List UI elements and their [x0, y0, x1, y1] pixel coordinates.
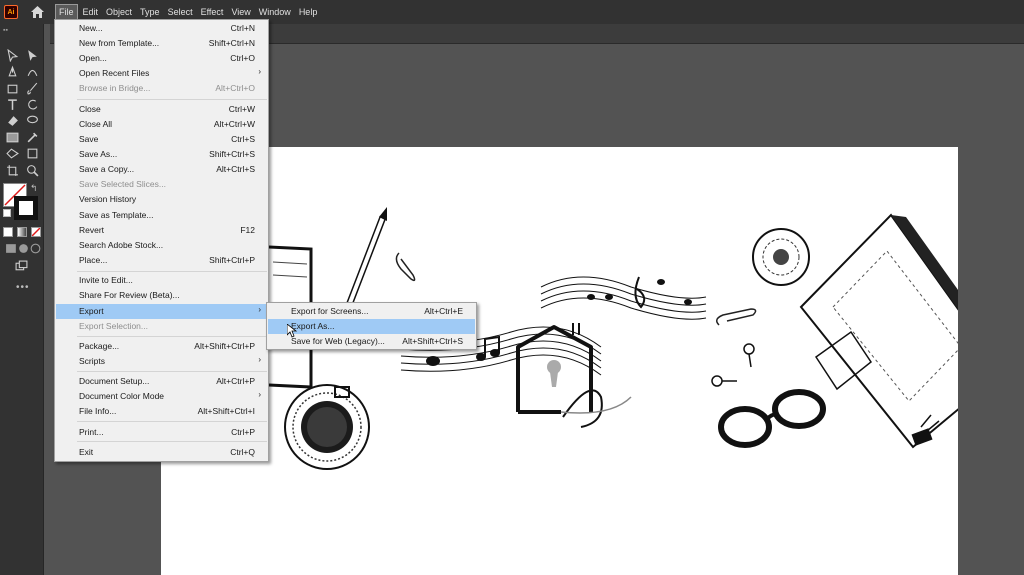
menu-effect[interactable]: Effect [198, 5, 227, 19]
illustration [268, 207, 1013, 470]
succulent-plant-illustration [752, 228, 810, 286]
eyedropper-tool-icon[interactable] [24, 129, 40, 145]
menu-item-version-history[interactable]: Version History [56, 192, 267, 207]
menu-item-exit[interactable]: Exit Ctrl+Q [56, 445, 267, 460]
swap-colors-icon[interactable]: ↰ [30, 183, 38, 194]
rectangle-tool-icon[interactable] [4, 80, 20, 96]
menu-item-export-for-screens[interactable]: Export for Screens... Alt+Ctrl+E [268, 304, 475, 319]
menu-item-save-as-template[interactable]: Save as Template... [56, 208, 267, 223]
earbuds-illustration [711, 343, 755, 387]
menu-item-export-as[interactable]: Export As... [268, 319, 475, 334]
lasso-tool-icon[interactable] [24, 112, 40, 128]
tools-panel: ▪▪ ↰ ••• [0, 24, 44, 575]
rotate-tool-icon[interactable] [24, 96, 40, 112]
menu-item-open-recent[interactable]: Open Recent Files › [56, 66, 267, 81]
menu-item-save-for-web[interactable]: Save for Web (Legacy)... Alt+Shift+Ctrl+S [268, 334, 475, 349]
pen-tool-icon[interactable] [4, 63, 20, 79]
symbol-sprayer-tool-icon[interactable] [24, 145, 40, 161]
binder-clip-illustration [911, 414, 940, 446]
menu-separator [77, 371, 267, 372]
shape-builder-tool-icon[interactable] [4, 145, 20, 161]
eraser-tool-icon[interactable] [4, 112, 20, 128]
menu-help[interactable]: Help [296, 5, 321, 19]
menu-item-close[interactable]: Close Ctrl+W [56, 102, 267, 117]
direct-selection-tool-icon[interactable] [24, 47, 40, 63]
chevron-right-icon: › [258, 67, 261, 76]
menu-item-revert[interactable]: Revert F12 [56, 223, 267, 238]
menu-separator [77, 336, 267, 337]
menu-separator [77, 99, 267, 100]
panel-grip-icon[interactable]: ▪▪ [3, 27, 8, 34]
menu-item-document-setup[interactable]: Document Setup... Alt+Ctrl+P [56, 374, 267, 389]
menu-select[interactable]: Select [165, 5, 196, 19]
artboard-tool-icon[interactable] [4, 162, 20, 178]
house-logo-illustration [516, 325, 632, 428]
menu-view[interactable]: View [228, 5, 253, 19]
menu-type[interactable]: Type [137, 5, 163, 19]
menu-file[interactable]: File [55, 4, 78, 20]
menu-item-print[interactable]: Print... Ctrl+P [56, 425, 267, 440]
paintbrush-tool-icon[interactable] [24, 80, 40, 96]
gradient-mode-icon[interactable] [17, 227, 27, 237]
type-tool-icon[interactable] [4, 96, 20, 112]
menu-item-close-all[interactable]: Close All Alt+Ctrl+W [56, 117, 267, 132]
menu-separator [77, 441, 267, 442]
menu-item-share-for-review[interactable]: Share For Review (Beta)... [56, 288, 267, 303]
none-mode-icon[interactable] [31, 227, 41, 237]
paperclip-2-illustration [716, 308, 757, 326]
menu-item-export-selection: Export Selection... [79, 321, 148, 331]
menu-edit[interactable]: Edit [80, 5, 102, 19]
default-colors-icon[interactable] [3, 209, 11, 217]
menu-item-save[interactable]: Save Ctrl+S [56, 132, 267, 147]
menu-item-place[interactable]: Place... Shift+Ctrl+P [56, 253, 267, 268]
file-menu-dropdown: New... Ctrl+N New from Template... Shift+C… [54, 19, 269, 462]
menu-item-save-copy[interactable]: Save a Copy... Alt+Ctrl+S [56, 162, 267, 177]
menu-item-document-color-mode[interactable]: Document Color Mode › [56, 389, 267, 404]
glasses-illustration [718, 389, 826, 448]
menu-item-save-selected-slices: Save Selected Slices... [79, 179, 166, 189]
illustrator-logo-icon: Ai [4, 5, 18, 19]
menu-item-new-from-template[interactable]: New from Template... Shift+Ctrl+N [56, 36, 267, 51]
menu-item-browse-bridge: Browse in Bridge... Alt+Ctrl+O [79, 83, 255, 93]
menu-item-search-adobe-stock[interactable]: Search Adobe Stock... [56, 238, 267, 253]
chevron-right-icon: › [258, 355, 261, 364]
mouse-cursor-icon [287, 324, 297, 338]
menu-separator [77, 421, 267, 422]
home-icon[interactable] [26, 0, 48, 24]
paperclip-illustration [395, 252, 416, 282]
edit-toolbar-icon[interactable]: ••• [16, 282, 30, 293]
curvature-tool-icon[interactable] [24, 63, 40, 79]
menu-item-open[interactable]: Open... Ctrl+O [56, 51, 267, 66]
menu-item-new[interactable]: New... Ctrl+N [56, 21, 267, 36]
zoom-tool-icon[interactable] [24, 162, 40, 178]
selection-tool-icon[interactable] [4, 47, 20, 63]
export-submenu: Export for Screens... Alt+Ctrl+E Export A… [266, 302, 477, 350]
menu-item-package[interactable]: Package... Alt+Shift+Ctrl+P [56, 339, 267, 354]
menu-item-file-info[interactable]: File Info... Alt+Shift+Ctrl+I [56, 404, 267, 419]
menu-object[interactable]: Object [103, 5, 135, 19]
menu-item-save-as[interactable]: Save As... Shift+Ctrl+S [56, 147, 267, 162]
chevron-right-icon: › [258, 305, 261, 314]
chevron-right-icon: › [258, 390, 261, 399]
menu-item-export[interactable]: Export › [56, 304, 267, 319]
gradient-tool-icon[interactable] [4, 129, 20, 145]
menu-window[interactable]: Window [256, 5, 294, 19]
screen-mode-icon[interactable] [13, 258, 29, 274]
stroke-swatch[interactable] [14, 196, 38, 220]
menu-separator [77, 271, 267, 272]
artboard[interactable] [161, 147, 1013, 575]
menu-item-invite-to-edit[interactable]: Invite to Edit... [56, 273, 267, 288]
coffee-cup-illustration [284, 384, 370, 470]
draw-inside-icon[interactable] [27, 240, 43, 256]
color-mode-icon[interactable] [3, 227, 13, 237]
menu-item-scripts[interactable]: Scripts › [56, 354, 267, 369]
